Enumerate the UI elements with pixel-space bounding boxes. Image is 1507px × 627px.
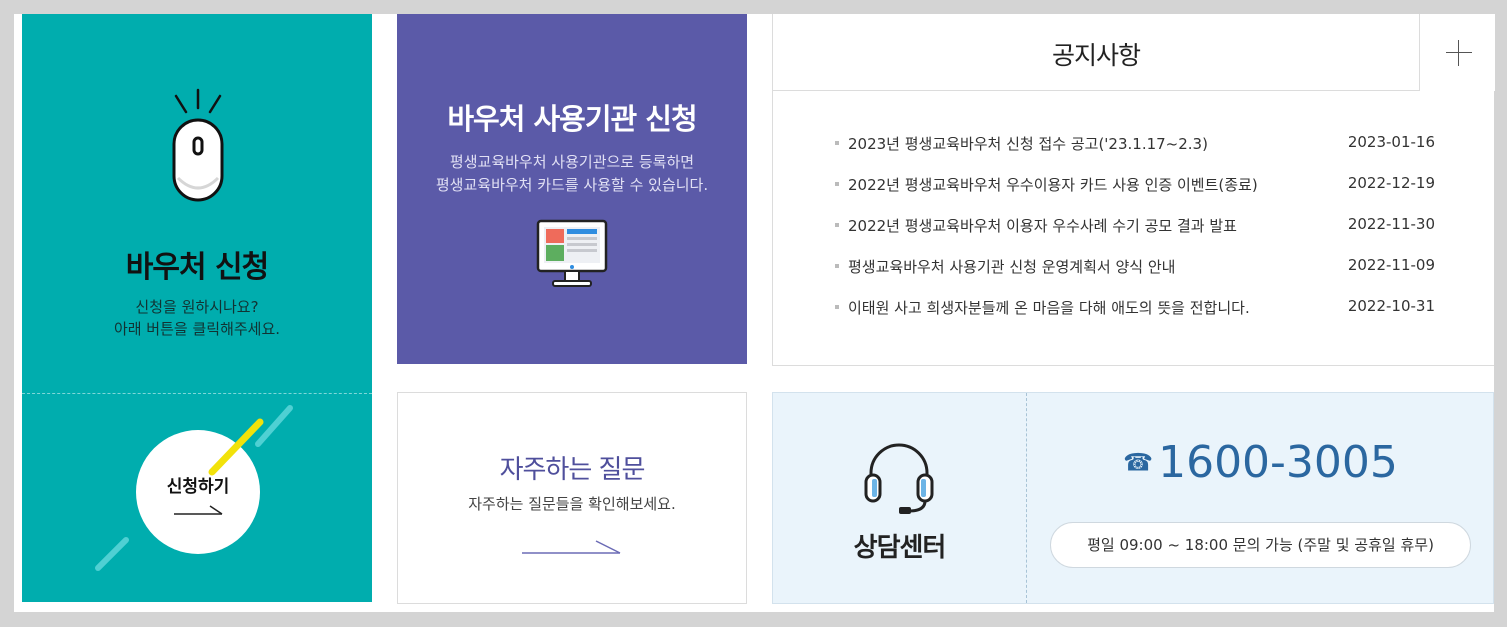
- arrow-right-icon: [174, 505, 223, 515]
- notice-item-date: 2022-10-31: [1347, 297, 1435, 315]
- notice-item-date: 2023-01-16: [1347, 133, 1435, 151]
- voucher-apply-description: 신청을 원하시나요? 아래 버튼을 클릭해주세요.: [22, 296, 372, 340]
- notice-item[interactable]: 2022년 평생교육바우처 이용자 우수사례 수기 공모 결과 발표 2022-1…: [835, 215, 1435, 256]
- institution-apply-desc-line2: 평생교육바우처 카드를 사용할 수 있습니다.: [435, 176, 709, 194]
- arrow-right-icon: [522, 540, 621, 554]
- yellow-accent-stripe: [208, 418, 264, 476]
- notice-item-date: 2022-12-19: [1347, 174, 1435, 192]
- notice-list: 2023년 평생교육바우처 신청 접수 공고('23.1.17~2.3) 2023…: [835, 133, 1435, 338]
- notice-item-date: 2022-11-09: [1347, 256, 1435, 274]
- notice-title: 공지사항: [1051, 41, 1141, 70]
- notice-item-title[interactable]: 평생교육바우처 사용기관 신청 운영계획서 양식 안내: [848, 256, 1175, 277]
- monitor-icon: [536, 219, 608, 287]
- faq-description: 자주하는 질문들을 확인해보세요.: [468, 495, 676, 513]
- phone-number-block: ☎ 1600-3005: [1026, 437, 1495, 488]
- notice-item-title[interactable]: 2022년 평생교육바우처 이용자 우수사례 수기 공모 결과 발표: [848, 215, 1237, 236]
- more-plus-button[interactable]: [1419, 14, 1495, 91]
- operating-hours-badge: 평일 09:00 ~ 18:00 문의 가능 (주말 및 공휴일 휴무): [1050, 522, 1471, 568]
- phone-number: 1600-3005: [1158, 437, 1398, 488]
- notice-item[interactable]: 평생교육바우처 사용기관 신청 운영계획서 양식 안내 2022-11-09: [835, 256, 1435, 297]
- counsel-center-label: 상담센터: [853, 533, 947, 563]
- mouse-click-icon: [172, 88, 224, 202]
- bullet-icon: [835, 305, 839, 309]
- bullet-icon: [835, 223, 839, 227]
- dashed-separator: [1026, 393, 1027, 603]
- institution-apply-description: 평생교육바우처 사용기관으로 등록하면 평생교육바우처 카드를 사용할 수 있습…: [397, 151, 747, 197]
- counsel-center-panel: 상담센터 ☎ 1600-3005 평일 09:00 ~ 18:00 문의 가능 …: [772, 392, 1494, 604]
- notice-board: 공지사항 2023년 평생교육바우처 신청 접수 공고('23.1.17~2.3…: [772, 14, 1495, 366]
- notice-item-title[interactable]: 2023년 평생교육바우처 신청 접수 공고('23.1.17~2.3): [848, 133, 1208, 154]
- notice-item[interactable]: 2022년 평생교육바우처 우수이용자 카드 사용 인증 이벤트(종료) 2022…: [835, 174, 1435, 215]
- notice-item-date: 2022-11-30: [1347, 215, 1435, 233]
- notice-item[interactable]: 2023년 평생교육바우처 신청 접수 공고('23.1.17~2.3) 2023…: [835, 133, 1435, 174]
- notice-header: 공지사항: [773, 14, 1495, 91]
- apply-button-label[interactable]: 신청하기: [136, 472, 260, 497]
- voucher-apply-title: 바우처 신청: [125, 250, 269, 285]
- institution-apply-title: 바우처 사용기관 신청: [447, 102, 697, 136]
- phone-icon: ☎: [1123, 448, 1153, 477]
- institution-apply-panel[interactable]: 바우처 사용기관 신청 평생교육바우처 사용기관으로 등록하면 평생교육바우처 …: [397, 14, 747, 364]
- faq-panel[interactable]: 자주하는 질문 자주하는 질문들을 확인해보세요.: [397, 392, 747, 604]
- notice-item-title[interactable]: 이태원 사고 희생자분들께 온 마음을 다해 애도의 뜻을 전합니다.: [848, 297, 1250, 318]
- voucher-apply-panel: 바우처 신청 신청을 원하시나요? 아래 버튼을 클릭해주세요. 신청하기: [22, 14, 372, 602]
- notice-item[interactable]: 이태원 사고 희생자분들께 온 마음을 다해 애도의 뜻을 전합니다. 2022-…: [835, 297, 1435, 338]
- bullet-icon: [835, 141, 839, 145]
- voucher-apply-desc-line2: 아래 버튼을 클릭해주세요.: [113, 320, 281, 338]
- bullet-icon: [835, 264, 839, 268]
- bullet-icon: [835, 182, 839, 186]
- voucher-apply-desc-line1: 신청을 원하시나요?: [135, 298, 259, 316]
- headset-icon: [864, 443, 934, 514]
- faq-title: 자주하는 질문: [499, 455, 646, 485]
- notice-item-title[interactable]: 2022년 평생교육바우처 우수이용자 카드 사용 인증 이벤트(종료): [848, 174, 1258, 195]
- institution-apply-desc-line1: 평생교육바우처 사용기관으로 등록하면: [449, 153, 695, 171]
